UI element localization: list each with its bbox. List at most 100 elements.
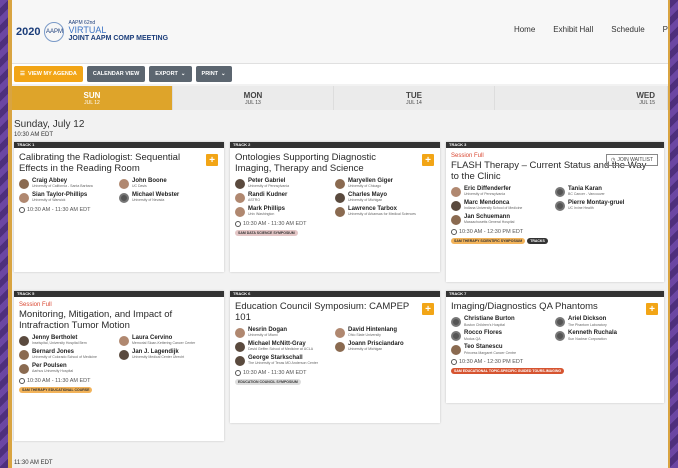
speaker[interactable]: Kenneth Ruchala Sun Nuclear Corporation bbox=[555, 330, 659, 341]
add-to-agenda-button[interactable]: + bbox=[422, 303, 434, 315]
day-date: JUL 14 bbox=[406, 99, 422, 106]
speaker[interactable]: Rocco Flores Modus QA bbox=[451, 330, 555, 341]
speaker-affiliation: University of Nevada bbox=[132, 198, 165, 203]
speaker[interactable]: Michael McNitt-Gray David Geffen School o… bbox=[235, 341, 335, 352]
speaker[interactable]: Jan J. Lagendijk University Medical Cente… bbox=[119, 349, 219, 360]
tag[interactable]: SAM THERAPY EDUCATIONAL COURSE bbox=[19, 386, 93, 393]
session-title[interactable]: Calibrating the Radiologist: Sequential … bbox=[19, 152, 199, 175]
add-to-agenda-button[interactable]: + bbox=[422, 154, 434, 166]
session-title[interactable]: Imaging/Diagnostics QA Phantoms bbox=[451, 301, 641, 313]
tag[interactable]: SAM EDUCATIONAL TOPIC-SPECIFIC GUIDED TO… bbox=[451, 367, 565, 374]
speaker[interactable]: Sian Taylor-Phillips University of Warwic… bbox=[19, 192, 119, 203]
avatar bbox=[235, 192, 245, 203]
clock-icon bbox=[235, 369, 241, 376]
avatar bbox=[19, 192, 29, 203]
speaker-name: Per Poulsen bbox=[32, 362, 67, 369]
session-title[interactable]: Education Council Symposium: CAMPEP 101 bbox=[235, 301, 415, 324]
speaker-list: Craig Abbey University of California - Sa… bbox=[19, 178, 219, 206]
nav-home[interactable]: Home bbox=[514, 25, 535, 34]
avatar bbox=[451, 200, 461, 211]
speaker[interactable]: Laura Cervino Memorial Sloan-Kettering Ca… bbox=[119, 335, 219, 346]
speaker[interactable]: Randi Kudner ASTRO bbox=[235, 192, 335, 203]
tag-list: SAM THERAPY SCIENTIFIC SYMPOSIUM TRACKS bbox=[451, 237, 659, 244]
speaker-name: Tania Karan bbox=[568, 185, 602, 192]
speaker[interactable]: Maryellen Giger University of Chicago bbox=[335, 178, 435, 189]
session-card[interactable]: TRACK 3 ◷ JOIN WAITLIST Session Full FLAS… bbox=[446, 142, 664, 282]
speaker[interactable]: Per Poulsen Aarhus University Hospital bbox=[19, 363, 119, 374]
speaker[interactable]: Ariel Dickson The Phantom Laboratory bbox=[555, 316, 659, 327]
session-time-text: 10:30 AM - 11:30 AM EDT bbox=[243, 369, 307, 376]
speaker-affiliation: Univ Washington bbox=[248, 212, 275, 217]
speaker-list: Eric Diffenderfer University of Pennsylva… bbox=[451, 186, 659, 228]
speaker[interactable]: John Boone UC Davis bbox=[119, 178, 219, 189]
tab-wed[interactable]: WED JUL 15 bbox=[495, 86, 668, 110]
tag[interactable]: SAM THERAPY SCIENTIFIC SYMPOSIUM bbox=[451, 237, 526, 244]
speaker-name: John Boone bbox=[132, 177, 167, 184]
tab-mon[interactable]: MON JUL 13 bbox=[173, 86, 334, 110]
speaker-name: Michael McNitt-Gray bbox=[248, 340, 306, 347]
speaker[interactable]: Teo Stanescu Princess Margaret Cancer Cen… bbox=[451, 344, 659, 355]
speaker[interactable]: Tania Karan BC Cancer - Vancouver bbox=[555, 186, 659, 197]
session-title[interactable]: Ontologies Supporting Diagnostic Imaging… bbox=[235, 152, 415, 175]
tab-sun[interactable]: SUN JUL 12 bbox=[12, 86, 173, 110]
speaker-affiliation: University of Michigan bbox=[348, 347, 383, 352]
print-button[interactable]: Print ⌄ bbox=[195, 66, 232, 82]
session-card[interactable]: TRACK 7 + Imaging/Diagnostics QA Phantom… bbox=[446, 291, 664, 403]
speaker[interactable]: Lawrence Tarbox University of Arkansas fo… bbox=[335, 206, 435, 217]
speaker-name: Rocco Flores bbox=[464, 329, 503, 336]
session-time: 10:30 AM - 12:30 PM EDT bbox=[451, 228, 659, 235]
avatar bbox=[451, 344, 461, 355]
session-card[interactable]: TRACK 1 + Calibrating the Radiologist: S… bbox=[14, 142, 224, 272]
view-my-agenda-button[interactable]: ☰ View My Agenda bbox=[14, 66, 83, 82]
speaker-name: Lawrence Tarbox bbox=[348, 205, 397, 212]
tag[interactable]: EDUCATION COUNCIL SYMPOSIUM bbox=[235, 378, 301, 385]
speaker[interactable]: Charles Mayo University of Michigan bbox=[335, 192, 435, 203]
add-to-agenda-button[interactable]: + bbox=[206, 154, 218, 166]
session-title[interactable]: Monitoring, Mitigation, and Impact of In… bbox=[19, 309, 214, 332]
logo-circle: AAPM bbox=[44, 21, 65, 42]
speaker-name: Nesrin Dogan bbox=[248, 326, 288, 333]
speaker-affiliation: UC Irvine Health bbox=[568, 206, 594, 211]
speaker-affiliation: Ohio State University bbox=[348, 333, 381, 338]
nav-schedule[interactable]: Schedule bbox=[611, 25, 644, 34]
add-to-agenda-button[interactable]: + bbox=[646, 303, 658, 315]
speaker[interactable]: Michael Webster University of Nevada bbox=[119, 192, 219, 203]
speaker[interactable]: David Hintenlang Ohio State University bbox=[335, 327, 435, 338]
speaker[interactable]: Marc Mendonca Indiana University School o… bbox=[451, 200, 555, 211]
logo[interactable]: 2020 AAPM AAPM 62nd VIRTUAL JOINT AAPM C… bbox=[16, 21, 168, 43]
speaker-name: Bernard Jones bbox=[32, 348, 75, 355]
calendar-view-label: Calendar View bbox=[92, 71, 140, 77]
join-waitlist-button[interactable]: ◷ JOIN WAITLIST bbox=[605, 154, 658, 166]
avatar bbox=[119, 349, 129, 360]
nav-overflow[interactable]: P bbox=[663, 25, 668, 34]
speaker[interactable]: Peter Gabriel University of Pennsylvania bbox=[235, 178, 335, 189]
speaker[interactable]: Eric Diffenderfer University of Pennsylva… bbox=[451, 186, 555, 197]
speaker[interactable]: Pierre Montay-gruel UC Irvine Health bbox=[555, 200, 659, 211]
speaker[interactable]: Mark Phillips Univ Washington bbox=[235, 206, 335, 217]
day-date: JUL 13 bbox=[245, 99, 261, 106]
speaker[interactable]: Nesrin Dogan University of Miami bbox=[235, 327, 335, 338]
tab-tue[interactable]: TUE JUL 14 bbox=[334, 86, 495, 110]
speaker[interactable]: Christiane Burton Boston Children's Hospi… bbox=[451, 316, 555, 327]
speaker[interactable]: Bernard Jones University of Colorado Scho… bbox=[19, 349, 119, 360]
session-card[interactable]: TRACK 2 + Ontologies Supporting Diagnost… bbox=[230, 142, 440, 272]
avatar bbox=[451, 214, 461, 225]
speaker[interactable]: George Starkschall The University of Texa… bbox=[235, 355, 435, 366]
tag[interactable]: SAM DATA SCIENCE SYMPOSIUM bbox=[235, 229, 298, 236]
avatar bbox=[235, 178, 245, 189]
speaker[interactable]: Craig Abbey University of California - Sa… bbox=[19, 178, 119, 189]
speaker-name: Jenny Bertholet bbox=[32, 334, 78, 341]
tag[interactable]: TRACKS bbox=[527, 237, 548, 244]
calendar-view-button[interactable]: Calendar View bbox=[86, 66, 146, 82]
speaker[interactable]: Jenny Bertholet Inselspital, University H… bbox=[19, 335, 119, 346]
export-button[interactable]: Export ⌄ bbox=[149, 66, 192, 82]
session-card[interactable]: TRACK 6 + Education Council Symposium: C… bbox=[230, 291, 440, 423]
speaker-name: Ariel Dickson bbox=[568, 315, 607, 322]
speaker-affiliation: University of Warwick bbox=[32, 198, 66, 203]
nav-exhibit-hall[interactable]: Exhibit Hall bbox=[553, 25, 593, 34]
avatar bbox=[235, 355, 245, 366]
day-date: JUL 15 bbox=[639, 99, 655, 106]
speaker[interactable]: Joann Prisciandaro University of Michigan bbox=[335, 341, 435, 352]
speaker[interactable]: Jan Schuemann Massachusetts General Hospi… bbox=[451, 214, 555, 225]
session-card[interactable]: TRACK 5 Session Full Monitoring, Mitigat… bbox=[14, 291, 224, 441]
